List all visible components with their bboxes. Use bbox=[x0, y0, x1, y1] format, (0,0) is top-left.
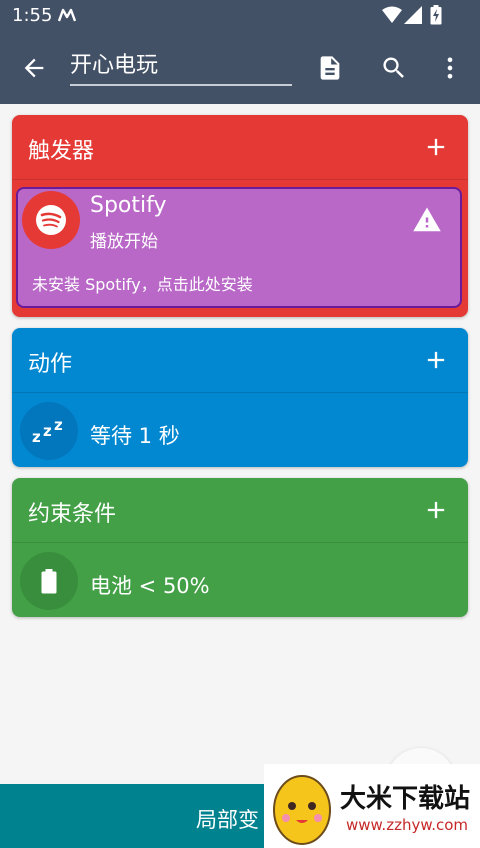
actions-header: 动作 bbox=[12, 328, 468, 393]
mascot-logo-icon bbox=[273, 775, 331, 845]
actions-title: 动作 bbox=[28, 352, 73, 377]
watermark-title: 大米下载站 bbox=[340, 784, 471, 814]
watermark-url: www.zzhyw.com bbox=[346, 816, 469, 834]
trigger-item-spotify[interactable]: Spotify 播放开始 未安装 Spotify，点击此处安装 bbox=[16, 187, 462, 308]
watermark: 大米下载站 www.zzhyw.com bbox=[264, 764, 480, 848]
triggers-card: 触发器 Spotify 播放开始 未安装 Spotify，点击此处安装 bbox=[12, 115, 468, 317]
triggers-title: 触发器 bbox=[28, 139, 95, 164]
action-label: 等待 1 秒 bbox=[90, 424, 180, 448]
macro-name-text: 开心电玩 bbox=[70, 53, 159, 78]
actions-card: 动作 z z z 等待 1 秒 bbox=[12, 328, 468, 467]
svg-text:z: z bbox=[43, 422, 52, 440]
svg-text:z: z bbox=[54, 416, 63, 434]
wifi-icon bbox=[382, 6, 402, 23]
install-warning-text[interactable]: 未安装 Spotify，点击此处安装 bbox=[32, 271, 253, 295]
signal-icon bbox=[404, 6, 422, 24]
document-icon[interactable] bbox=[316, 54, 344, 82]
battery-charging-icon bbox=[430, 5, 442, 25]
constraints-card: 约束条件 电池 < 50% bbox=[12, 478, 468, 617]
app-toolbar: 开心电玩 bbox=[0, 32, 480, 104]
status-time: 1:55 bbox=[12, 5, 53, 26]
add-constraint-icon[interactable] bbox=[422, 496, 450, 524]
arrow-back-icon[interactable] bbox=[20, 54, 48, 82]
more-vert-icon[interactable] bbox=[436, 54, 464, 82]
m-icon bbox=[58, 8, 76, 22]
status-bar: 1:55 bbox=[0, 0, 480, 32]
search-icon[interactable] bbox=[380, 54, 408, 82]
constraint-item-battery[interactable] bbox=[12, 542, 468, 617]
trigger-subtitle: 播放开始 bbox=[90, 232, 158, 252]
constraints-header: 约束条件 bbox=[12, 478, 468, 543]
warning-icon bbox=[413, 207, 441, 232]
add-trigger-icon[interactable] bbox=[422, 133, 450, 161]
triggers-header: 触发器 bbox=[12, 115, 468, 180]
action-item-wait[interactable]: z z z bbox=[12, 392, 468, 467]
sleep-zzz-icon: z z z bbox=[20, 402, 78, 460]
add-action-icon[interactable] bbox=[422, 346, 450, 374]
constraints-title: 约束条件 bbox=[28, 502, 117, 527]
trigger-name: Spotify bbox=[90, 193, 167, 218]
svg-text:z: z bbox=[32, 428, 41, 446]
spotify-icon-circle bbox=[22, 191, 80, 249]
macro-name-field[interactable]: 开心电玩 bbox=[70, 48, 292, 86]
constraint-label: 电池 < 50% bbox=[90, 574, 210, 598]
battery-icon bbox=[20, 552, 78, 610]
local-variables-label: 局部变 bbox=[196, 808, 259, 832]
spotify-icon bbox=[36, 205, 66, 235]
